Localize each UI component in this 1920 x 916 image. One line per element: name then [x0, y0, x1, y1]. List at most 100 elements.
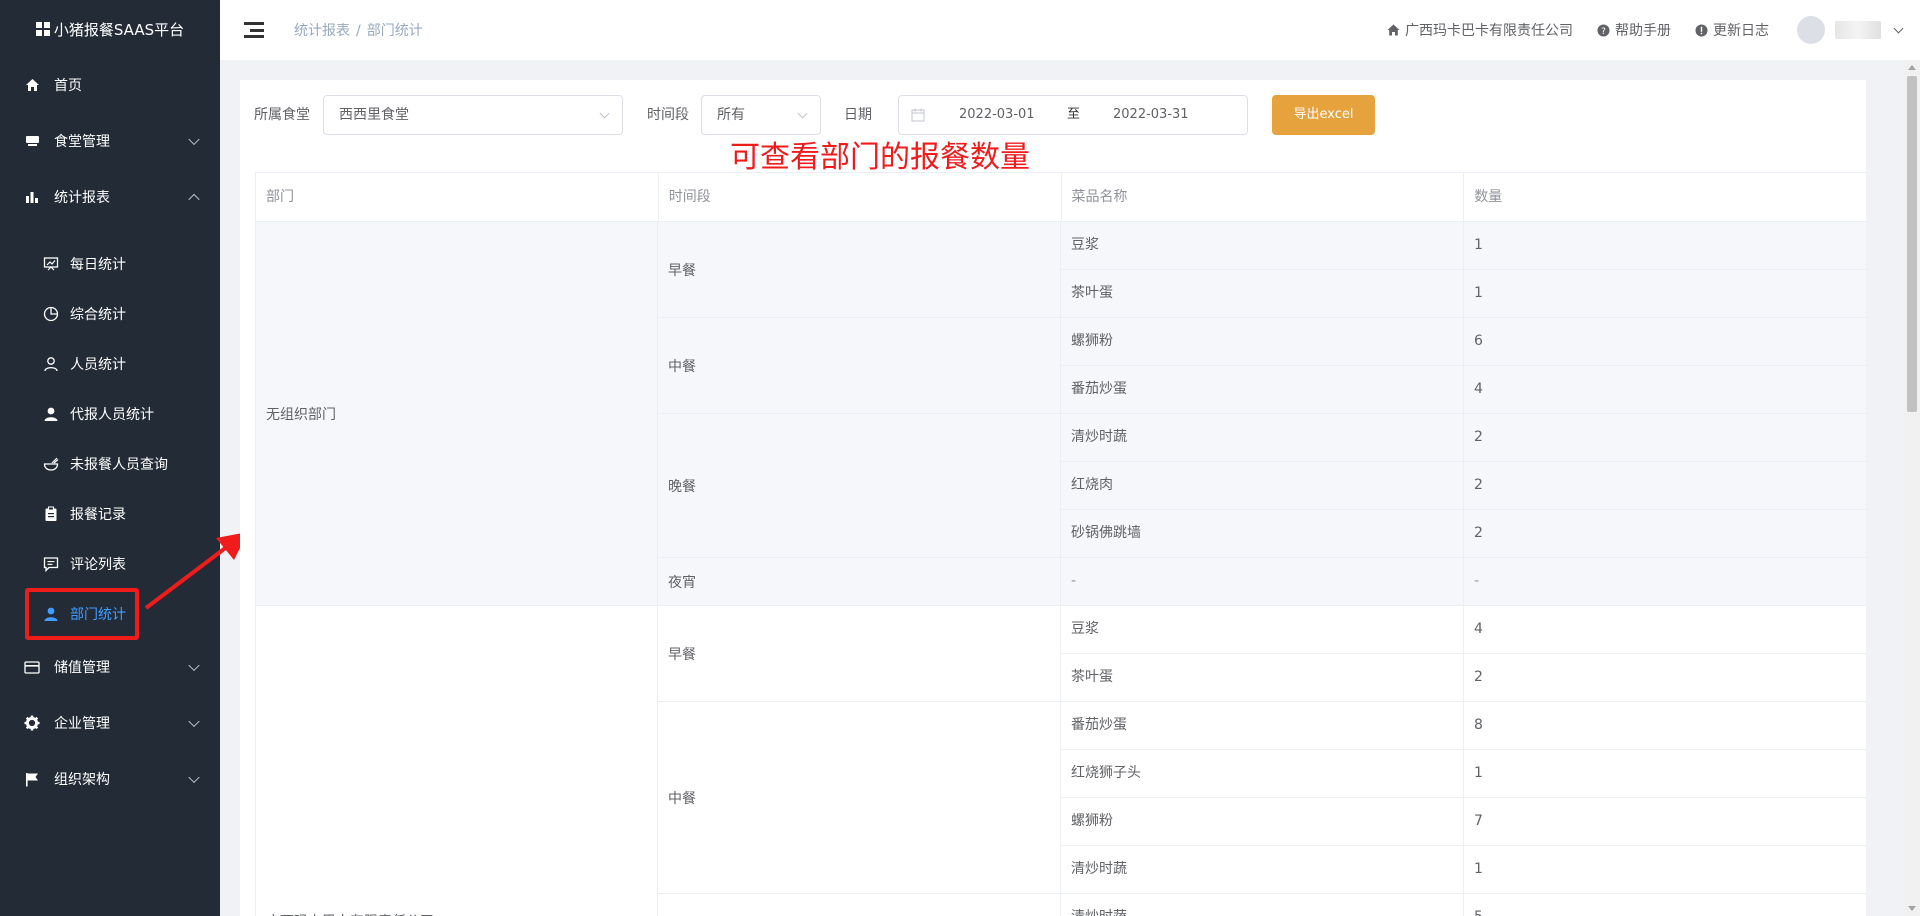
submenu-person-stats[interactable]: 人员统计 — [0, 339, 220, 389]
submenu-unreported-query[interactable]: 未报餐人员查询 — [0, 439, 220, 489]
avatar[interactable] — [1797, 16, 1825, 44]
period-cell: 早餐 — [658, 606, 1061, 702]
bowl-icon — [42, 455, 60, 473]
company-link[interactable]: 广西玛卡巴卡有限责任公司 — [1387, 20, 1573, 40]
app-logo[interactable]: 小猪报餐SAAS平台 — [0, 0, 220, 58]
table-header: 部门 时间段 菜品名称 数量 — [256, 173, 1866, 222]
menu-label: 企业管理 — [54, 716, 110, 732]
qty-cell: 1 — [1464, 222, 1866, 270]
qty-cell: 8 — [1464, 702, 1866, 750]
page-scrollbar[interactable] — [1904, 60, 1920, 916]
period-row: 中餐 螺狮粉 6 番茄炒蛋 4 — [658, 318, 1866, 414]
period-cell: 早餐 — [658, 222, 1061, 318]
submenu-dept-stats[interactable]: 部门统计 — [0, 589, 220, 639]
qty-cell: - — [1464, 558, 1866, 606]
submenu-label: 报餐记录 — [70, 507, 126, 523]
user-outline-icon — [42, 355, 60, 373]
menu-item-home[interactable]: 首页 — [0, 57, 220, 113]
menu-item-reports[interactable]: 统计报表 — [0, 169, 220, 225]
dish-cell: 番茄炒蛋 — [1061, 702, 1464, 750]
menu-item-enterprise[interactable]: 企业管理 — [0, 695, 220, 751]
qty-cell: 1 — [1464, 270, 1866, 318]
table-row: 番茄炒蛋 4 — [1061, 366, 1866, 414]
submenu-label: 未报餐人员查询 — [70, 457, 168, 473]
user-solid-icon — [42, 405, 60, 423]
dept-group: 广西玛卡巴卡有限责任公司 早餐 豆浆4 茶叶蛋2 中餐 番茄炒蛋8 红烧狮子头1… — [256, 606, 1866, 916]
menu-label: 首页 — [54, 78, 82, 94]
scroll-up-icon[interactable] — [1908, 65, 1916, 70]
breadcrumb-item-reports[interactable]: 统计报表 — [294, 23, 350, 39]
gear-icon — [24, 715, 40, 731]
submenu-comments[interactable]: 评论列表 — [0, 539, 220, 589]
date-range-picker[interactable]: 2022-03-01 至 2022-03-31 — [898, 95, 1248, 135]
date-end[interactable]: 2022-03-31 — [1113, 96, 1189, 134]
changelog-link[interactable]: 更新日志 — [1695, 20, 1769, 40]
submenu-label: 评论列表 — [70, 557, 126, 573]
qty-cell: 6 — [1464, 318, 1866, 366]
menu-item-canteen[interactable]: 食堂管理 — [0, 113, 220, 169]
qty-cell: 1 — [1464, 750, 1866, 798]
export-excel-button[interactable]: 导出excel — [1272, 95, 1375, 135]
top-header: 统计报表 / 部门统计 广西玛卡巴卡有限责任公司 ? 帮助手册 更新日志 — [220, 0, 1920, 60]
chevron-down-icon — [188, 659, 200, 672]
chevron-down-icon[interactable] — [1893, 23, 1904, 33]
menu-item-stored-value[interactable]: 储值管理 — [0, 639, 220, 695]
period-select[interactable]: 所有 — [701, 95, 821, 135]
submenu-overall-stats[interactable]: 综合统计 — [0, 289, 220, 339]
period-row: 晚餐 清炒时蔬 2 红烧肉 2 砂锅佛跳墙 2 — [658, 414, 1866, 558]
menu-item-org[interactable]: 组织架构 — [0, 751, 220, 807]
qty-cell: 2 — [1464, 654, 1866, 702]
chevron-down-icon — [797, 108, 808, 119]
calendar-icon — [911, 108, 925, 122]
period-row: 早餐 豆浆 4 茶叶蛋 2 — [658, 606, 1866, 702]
chevron-down-icon — [188, 715, 200, 728]
table-row: 砂锅佛跳墙 2 — [1061, 510, 1866, 558]
period-cell — [658, 894, 1061, 916]
submenu-daily-stats[interactable]: 每日统计 — [0, 239, 220, 289]
qty-cell: 1 — [1464, 846, 1866, 894]
home-icon — [24, 77, 40, 93]
comment-icon — [42, 555, 60, 573]
submenu-proxy-stats[interactable]: 代报人员统计 — [0, 389, 220, 439]
date-start[interactable]: 2022-03-01 — [959, 96, 1035, 134]
dish-cell: 豆浆 — [1061, 222, 1464, 270]
breadcrumb: 统计报表 / 部门统计 — [294, 20, 423, 40]
table-row: 红烧肉 2 — [1061, 462, 1866, 510]
table-row: 豆浆 1 — [1061, 222, 1866, 270]
period-cell: 晚餐 — [658, 414, 1061, 558]
sidebar: 小猪报餐SAAS平台 首页 食堂管理 统计报表 每日统计 综合统计 人员统计 代… — [0, 0, 220, 916]
canteen-select[interactable]: 西西里食堂 — [323, 95, 623, 135]
home-icon — [1387, 24, 1400, 36]
submenu-label: 综合统计 — [70, 307, 126, 323]
flag-icon — [24, 771, 40, 787]
scrollbar-thumb[interactable] — [1907, 76, 1917, 412]
bar-chart-icon — [24, 189, 40, 205]
period-row: 早餐 豆浆 1 茶叶蛋 1 — [658, 222, 1866, 318]
hamburger-icon[interactable] — [244, 22, 264, 38]
chevron-down-icon — [188, 771, 200, 784]
dept-stats-table: 部门 时间段 菜品名称 数量 无组织部门 早餐 豆浆 1 茶叶蛋 1 中餐 螺狮… — [255, 172, 1866, 916]
col-header-period: 时间段 — [658, 173, 1062, 222]
qty-cell: 4 — [1464, 366, 1866, 414]
qty-cell: 2 — [1464, 510, 1866, 558]
table-row: 清炒时蔬5 — [1061, 894, 1866, 916]
help-link[interactable]: ? 帮助手册 — [1597, 20, 1671, 40]
table-row: 红烧狮子头 1 — [1061, 750, 1866, 798]
scroll-down-icon[interactable] — [1908, 906, 1916, 911]
dish-cell: 螺狮粉 — [1061, 798, 1464, 846]
help-icon: ? — [1597, 24, 1610, 37]
pie-icon — [42, 305, 60, 323]
menu-label: 统计报表 — [54, 190, 110, 206]
col-header-dish: 菜品名称 — [1061, 173, 1465, 222]
dish-cell: - — [1061, 558, 1464, 606]
username-redacted — [1835, 21, 1881, 39]
col-header-qty: 数量 — [1464, 173, 1866, 222]
menu-label: 食堂管理 — [54, 134, 110, 150]
logo-grid-icon — [35, 22, 50, 36]
dish-cell: 螺狮粉 — [1061, 318, 1464, 366]
submenu-meal-records[interactable]: 报餐记录 — [0, 489, 220, 539]
dish-cell: 清炒时蔬 — [1061, 846, 1464, 894]
dish-cell: 茶叶蛋 — [1061, 654, 1464, 702]
chevron-down-icon — [188, 133, 200, 146]
qty-cell: 7 — [1464, 798, 1866, 846]
